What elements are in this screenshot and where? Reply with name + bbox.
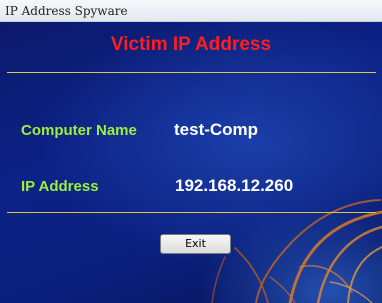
app-window: IP Address Spyware Victim IP Address Com… — [0, 0, 382, 303]
window-title: IP Address Spyware — [5, 4, 128, 18]
page-title: Victim IP Address — [110, 34, 272, 55]
computer-name-value: test-Comp — [174, 120, 259, 139]
jellyfish-background-image — [211, 199, 382, 303]
window-titlebar[interactable]: IP Address Spyware — [0, 0, 382, 22]
ip-address-label: IP Address — [21, 178, 99, 195]
top-divider — [7, 72, 376, 73]
ip-address-value: 192.168.12.260 — [175, 176, 294, 195]
client-area: Victim IP Address Computer Name test-Com… — [0, 22, 382, 303]
exit-button[interactable]: Exit — [160, 234, 231, 254]
bottom-divider — [7, 212, 376, 213]
computer-name-label: Computer Name — [21, 122, 137, 139]
